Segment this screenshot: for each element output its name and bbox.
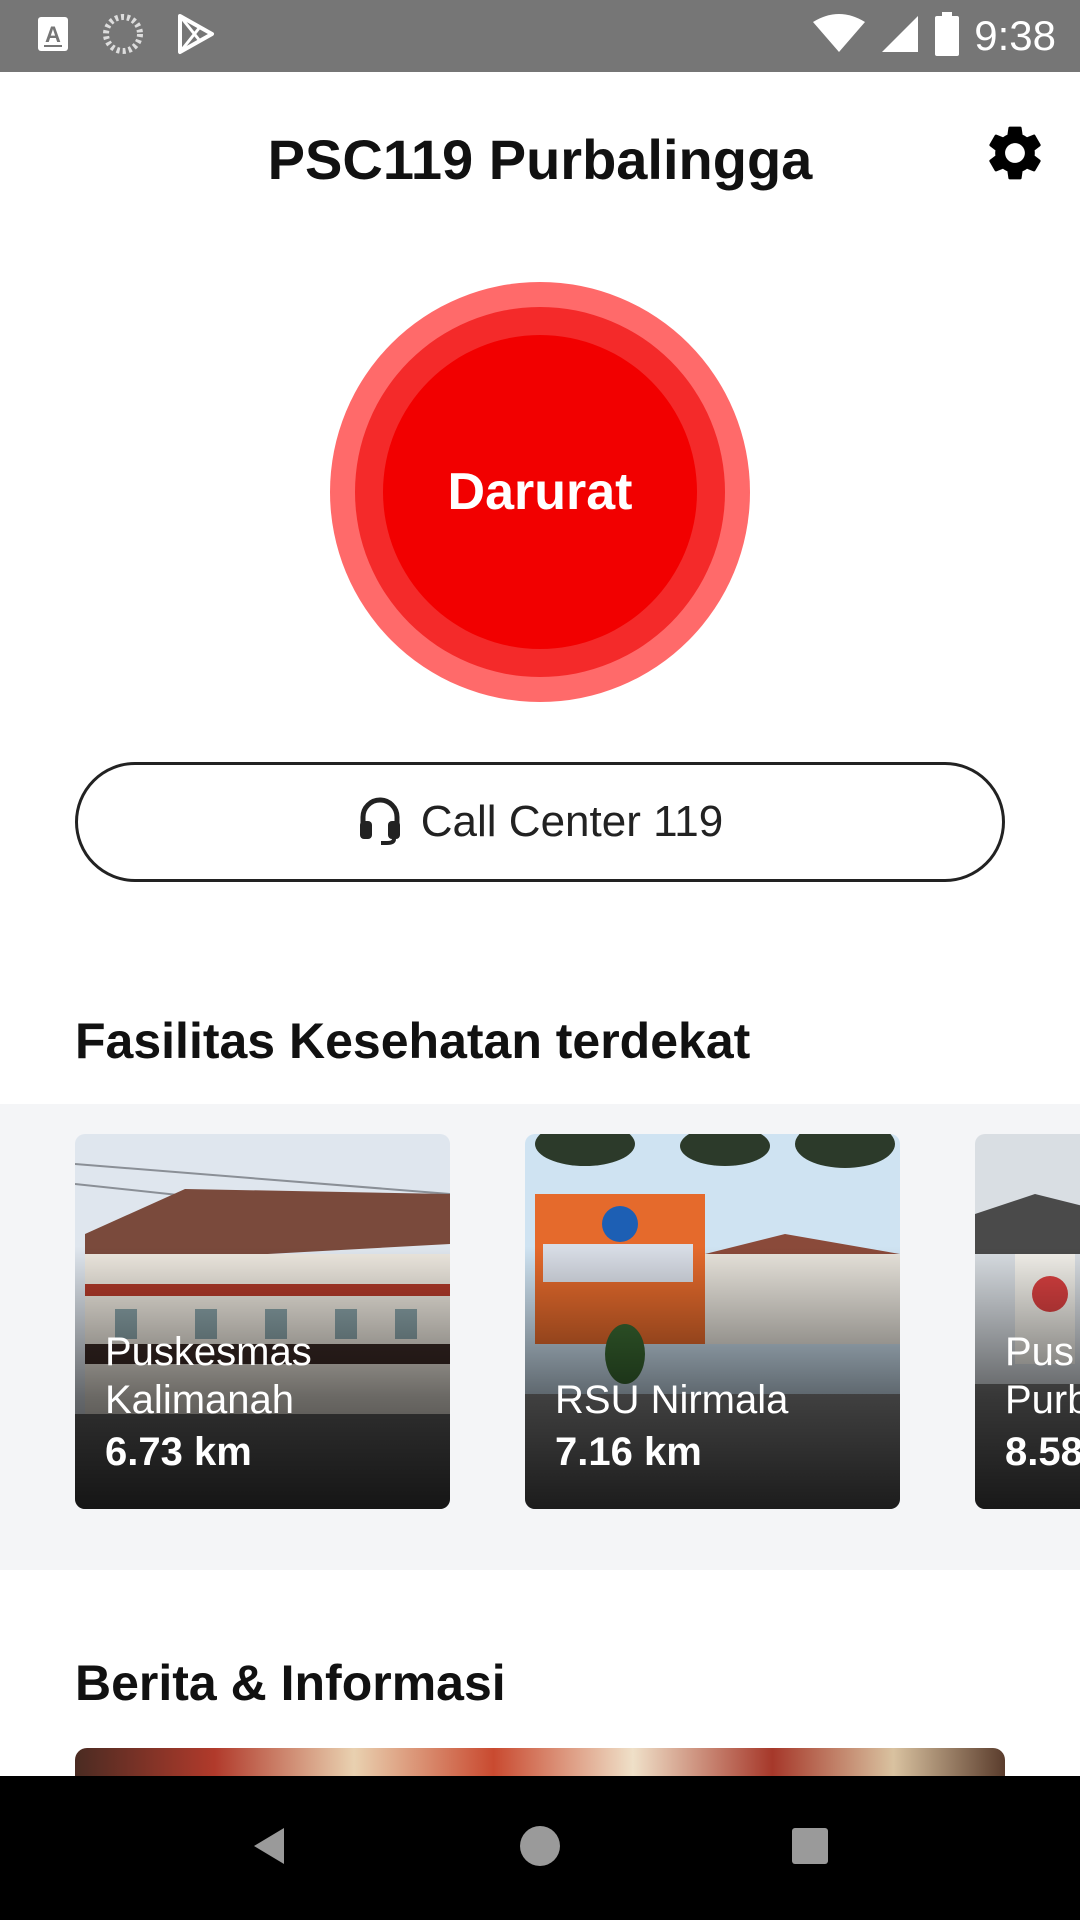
home-button[interactable] [512, 1820, 568, 1876]
emergency-button-core: Darurat [383, 335, 697, 649]
status-bar-notifications: A [36, 13, 216, 60]
battery-icon [934, 11, 960, 61]
page-title: PSC119 Purbalingga [267, 128, 813, 191]
recents-button[interactable] [782, 1820, 838, 1876]
home-icon [518, 1824, 562, 1873]
recents-icon [790, 1826, 830, 1871]
status-time: 9:38 [974, 12, 1056, 59]
wifi-icon [812, 13, 866, 59]
headset-icon [357, 795, 403, 850]
facilities-section-title: Fasilitas Kesehatan terdekat [75, 1013, 751, 1069]
status-bar: A 9:38 [0, 0, 1080, 72]
call-center-button[interactable]: Call Center 119 [75, 762, 1005, 882]
facility-distance: 8.58 [1005, 1430, 1080, 1474]
emergency-button[interactable]: Darurat [330, 282, 750, 702]
facility-card[interactable]: Puskesmas Kalimanah 6.73 km [75, 1134, 450, 1509]
loading-icon [102, 13, 144, 60]
facility-info: Puskesmas Kalimanah 6.73 km [105, 1328, 312, 1475]
facility-distance: 7.16 km [555, 1430, 702, 1474]
call-center-label: Call Center 119 [420, 797, 724, 846]
facility-distance: 6.73 km [105, 1430, 252, 1474]
system-nav-bar [0, 1776, 1080, 1920]
svg-text:A: A [45, 22, 61, 47]
emergency-label: Darurat [447, 463, 633, 521]
facility-name: Puskesmas Kalimanah [105, 1330, 312, 1422]
back-button[interactable] [242, 1820, 298, 1876]
facility-name: Pus Purb [1005, 1330, 1080, 1422]
facility-name: RSU Nirmala [555, 1378, 789, 1422]
status-bar-system: 9:38 [812, 0, 1056, 72]
facility-info: Pus Purb 8.58 [1005, 1328, 1080, 1475]
facilities-carousel[interactable]: Puskesmas Kalimanah 6.73 km RSU Nirmala … [0, 1104, 1080, 1570]
back-icon [248, 1824, 292, 1873]
gear-icon [982, 120, 1048, 191]
facility-card[interactable]: RSU Nirmala 7.16 km [525, 1134, 900, 1509]
play-store-icon [176, 13, 216, 60]
settings-button[interactable] [980, 120, 1050, 190]
facility-info: RSU Nirmala 7.16 km [555, 1376, 788, 1475]
keyboard-a-icon: A [36, 15, 70, 58]
emergency-button-ring: Darurat [355, 307, 725, 677]
news-section-title: Berita & Informasi [75, 1655, 506, 1711]
facility-card[interactable]: Pus Purb 8.58 [975, 1134, 1080, 1509]
app-bar: PSC119 Purbalingga [0, 72, 1080, 252]
signal-icon [880, 14, 920, 59]
